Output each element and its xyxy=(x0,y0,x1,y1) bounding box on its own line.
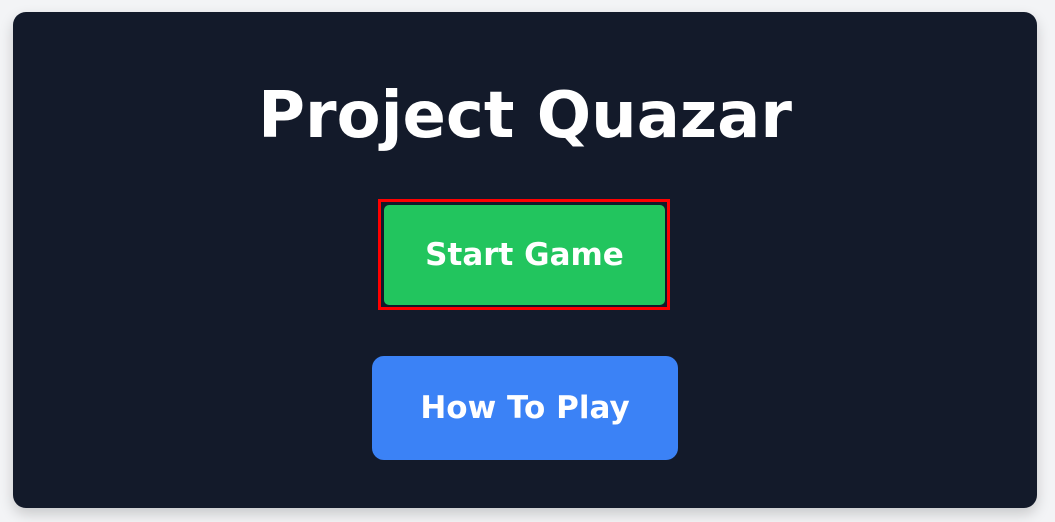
start-game-button[interactable]: Start Game xyxy=(384,205,665,305)
how-to-play-button[interactable]: How To Play xyxy=(372,356,678,460)
main-menu-card: Project Quazar Start Game How To Play xyxy=(13,12,1037,508)
game-title: Project Quazar xyxy=(258,79,792,153)
